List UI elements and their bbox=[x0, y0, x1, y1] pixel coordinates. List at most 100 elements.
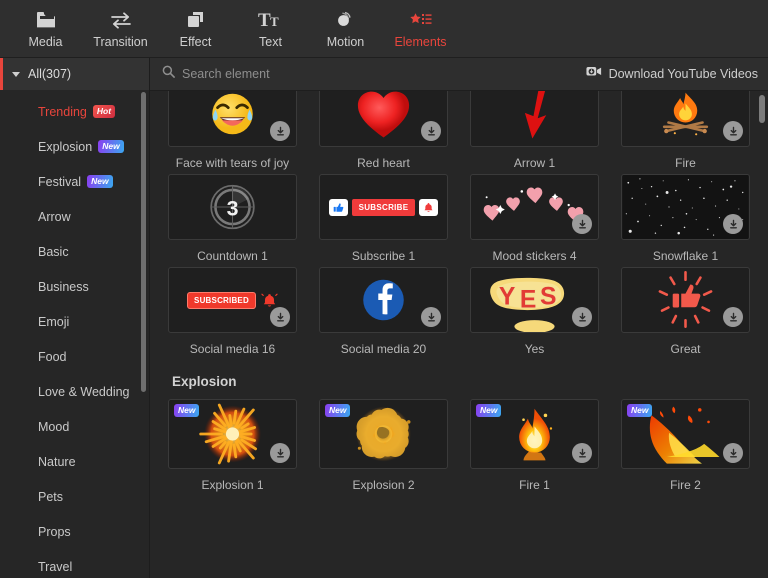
element-card[interactable]: Arrow 1 bbox=[470, 91, 599, 174]
sidebar-item-travel[interactable]: Travel bbox=[0, 549, 149, 578]
search-input[interactable]: Search element bbox=[162, 65, 586, 83]
element-card[interactable]: SUBSCRIBE Subscribe 1 bbox=[319, 174, 448, 267]
sidebar-header-all[interactable]: All(307) bbox=[0, 58, 149, 90]
download-youtube-label: Download YouTube Videos bbox=[608, 67, 758, 81]
download-icon[interactable] bbox=[421, 307, 441, 327]
sidebar-item-business[interactable]: Business bbox=[0, 269, 149, 304]
download-icon[interactable] bbox=[270, 121, 290, 141]
sidebar-item-arrow[interactable]: Arrow bbox=[0, 199, 149, 234]
element-thumbnail[interactable] bbox=[621, 91, 750, 147]
tab-text[interactable]: T T Text bbox=[233, 0, 308, 58]
search-icon bbox=[162, 65, 175, 83]
element-card[interactable]: New Fire 2 bbox=[621, 399, 750, 496]
download-icon[interactable] bbox=[270, 443, 290, 463]
sidebar-item-pets[interactable]: Pets bbox=[0, 479, 149, 514]
elements-grid: Face with tears of joy Red heart Arrow 1 Fi… bbox=[168, 91, 750, 360]
element-thumbnail[interactable]: YES bbox=[470, 267, 599, 333]
element-card[interactable]: New Fire 1 bbox=[470, 399, 599, 496]
download-icon[interactable] bbox=[270, 307, 290, 327]
download-icon[interactable] bbox=[723, 214, 743, 234]
sidebar-item-label: Travel bbox=[38, 559, 73, 574]
text-tt-icon: T T bbox=[258, 9, 284, 31]
element-card[interactable]: Social media 20 bbox=[319, 267, 448, 360]
sidebar-item-label: Food bbox=[38, 349, 67, 364]
tab-media-label: Media bbox=[28, 35, 63, 49]
download-icon[interactable] bbox=[723, 307, 743, 327]
elements-content-area: Search element Download YouTube Videos F… bbox=[150, 58, 768, 578]
sidebar-badge-new: New bbox=[87, 175, 113, 188]
main-toolbar: Media Transition Effect T T Text Motion … bbox=[0, 0, 768, 58]
element-card[interactable]: SUBSCRIBED Social media 16 bbox=[168, 267, 297, 360]
tab-motion[interactable]: Motion bbox=[308, 0, 383, 58]
element-thumbnail[interactable]: 3 bbox=[168, 174, 297, 240]
element-card[interactable]: Snowflake 1 bbox=[621, 174, 750, 267]
element-card[interactable]: 3 Countdown 1 bbox=[168, 174, 297, 267]
panel-body: All(307) Trending Hot Explosion New Festival… bbox=[0, 58, 768, 578]
element-thumbnail[interactable] bbox=[319, 91, 448, 147]
element-thumbnail[interactable]: New bbox=[621, 399, 750, 469]
sidebar-scrollbar-thumb[interactable] bbox=[141, 92, 146, 392]
element-card[interactable]: Face with tears of joy bbox=[168, 91, 297, 174]
element-thumbnail[interactable]: SUBSCRIBE bbox=[319, 174, 448, 240]
element-name-label: Arrow 1 bbox=[513, 156, 556, 170]
sidebar-item-mood[interactable]: Mood bbox=[0, 409, 149, 444]
element-thumbnail[interactable] bbox=[621, 174, 750, 240]
download-icon[interactable] bbox=[572, 307, 592, 327]
element-card[interactable]: Mood stickers 4 bbox=[470, 174, 599, 267]
elements-sections: Face with tears of joy Red heart Arrow 1 Fi… bbox=[168, 91, 750, 496]
element-thumbnail[interactable] bbox=[470, 174, 599, 240]
sidebar-item-festival[interactable]: Festival New bbox=[0, 164, 149, 199]
svg-text:T: T bbox=[270, 14, 279, 29]
sidebar-item-explosion[interactable]: Explosion New bbox=[0, 129, 149, 164]
sidebar-item-props[interactable]: Props bbox=[0, 514, 149, 549]
download-icon[interactable] bbox=[723, 443, 743, 463]
sidebar-item-label: Trending bbox=[38, 104, 87, 119]
content-scrollbar-thumb[interactable] bbox=[759, 95, 765, 123]
sidebar-category-list: Trending Hot Explosion New Festival New Arrow B… bbox=[0, 90, 149, 578]
sidebar-item-label: Explosion bbox=[38, 139, 93, 154]
element-name-label: Social media 20 bbox=[340, 342, 427, 356]
download-icon[interactable] bbox=[572, 443, 592, 463]
svg-text:S: S bbox=[540, 284, 556, 311]
sidebar-item-label: Basic bbox=[38, 244, 69, 259]
download-icon[interactable] bbox=[572, 214, 592, 234]
element-thumbnail[interactable]: New bbox=[168, 399, 297, 469]
tab-elements[interactable]: Elements bbox=[383, 0, 458, 58]
element-card[interactable]: Y E S Yes bbox=[470, 267, 599, 360]
element-card[interactable]: Red heart bbox=[319, 91, 448, 174]
element-thumbnail[interactable]: New bbox=[470, 399, 599, 469]
sidebar-item-label: Festival bbox=[38, 174, 82, 189]
element-name-label: Snowflake 1 bbox=[652, 249, 719, 263]
sidebar-item-trending[interactable]: Trending Hot bbox=[0, 94, 149, 129]
svg-text:3: 3 bbox=[227, 197, 239, 221]
download-youtube-videos-button[interactable]: Download YouTube Videos bbox=[586, 65, 758, 83]
sidebar-item-basic[interactable]: Basic bbox=[0, 234, 149, 269]
download-icon[interactable] bbox=[421, 121, 441, 141]
tab-media[interactable]: Media bbox=[8, 0, 83, 58]
svg-text:E: E bbox=[520, 286, 536, 313]
tab-transition-label: Transition bbox=[93, 35, 148, 49]
element-card[interactable]: Great bbox=[621, 267, 750, 360]
element-thumbnail[interactable]: New bbox=[319, 399, 448, 469]
search-placeholder: Search element bbox=[182, 67, 270, 81]
tab-effect[interactable]: Effect bbox=[158, 0, 233, 58]
tab-transition[interactable]: Transition bbox=[83, 0, 158, 58]
element-card[interactable]: New Explosion 2 bbox=[319, 399, 448, 496]
element-thumbnail[interactable] bbox=[168, 91, 297, 147]
download-icon[interactable] bbox=[723, 121, 743, 141]
sidebar-item-love-wedding[interactable]: Love & Wedding bbox=[0, 374, 149, 409]
element-thumbnail[interactable]: SUBSCRIBED bbox=[168, 267, 297, 333]
sidebar-item-food[interactable]: Food bbox=[0, 339, 149, 374]
element-card[interactable]: Fire bbox=[621, 91, 750, 174]
element-thumbnail[interactable] bbox=[470, 91, 599, 147]
element-thumbnail[interactable] bbox=[319, 267, 448, 333]
element-name-label: Countdown 1 bbox=[197, 249, 268, 263]
sidebar-item-emoji[interactable]: Emoji bbox=[0, 304, 149, 339]
element-thumbnail[interactable] bbox=[621, 267, 750, 333]
section-title: Explosion bbox=[172, 374, 237, 389]
sidebar-item-nature[interactable]: Nature bbox=[0, 444, 149, 479]
element-card[interactable]: New Explosion 1 bbox=[168, 399, 297, 496]
sidebar-badge-new: New bbox=[98, 140, 124, 153]
elements-star-list-icon bbox=[408, 9, 434, 31]
element-name-label: Yes bbox=[524, 342, 545, 356]
